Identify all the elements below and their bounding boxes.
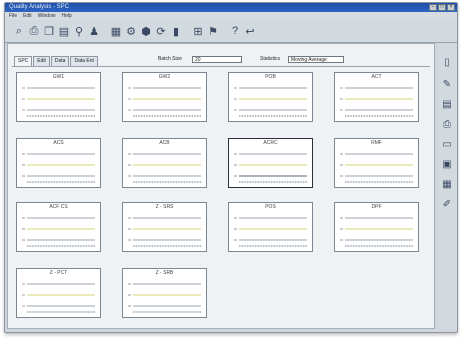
copy-icon[interactable]: ❐ — [43, 23, 55, 39]
document-icon[interactable]: ▤ — [58, 23, 70, 39]
control-chart-panel[interactable]: ACS — [16, 138, 101, 188]
control-chart-panel[interactable]: GW2 — [122, 72, 207, 122]
window-controls: – □ × — [429, 4, 455, 11]
control-chart-panel[interactable]: POS — [228, 202, 313, 252]
print-icon[interactable]: ⎙ — [28, 23, 40, 39]
spc-workspace: SPC Edit Data Data Ent Batch Size 20 Sta… — [7, 43, 435, 329]
edit-icon[interactable]: ✎ — [441, 77, 453, 91]
printer-icon[interactable]: ⎙ — [441, 117, 453, 131]
control-chart-panel[interactable]: DPF — [334, 202, 419, 252]
stop-icon[interactable]: ⬢ — [140, 23, 152, 39]
toolbar: ⌕ ⎙ ❐ ▤ ⚲ ♟ ▦ ⚙ ⬢ ⟳ ▮ ⊞ ⚑ ? ↩ — [5, 20, 457, 43]
control-chart-panel[interactable]: Z - PCT — [16, 268, 101, 318]
settings-icon[interactable]: ⚙ — [125, 23, 137, 39]
chart-title: ACF CS — [49, 204, 68, 210]
chart-title: POS — [265, 204, 276, 210]
control-chart-panel[interactable]: RMF — [334, 138, 419, 188]
control-chart-panel[interactable]: GW1 — [16, 72, 101, 122]
control-chart-plot — [128, 217, 201, 247]
chart-title: ACT — [371, 74, 382, 80]
table-icon[interactable]: ▤ — [441, 97, 453, 111]
control-chart-panel[interactable]: ACT — [334, 72, 419, 122]
flag-icon[interactable]: ⚑ — [207, 23, 219, 39]
control-chart-plot — [128, 87, 201, 117]
menu-bar: File Edit Window Help — [5, 12, 457, 20]
control-chart-plot — [22, 283, 95, 313]
control-chart-plot — [234, 217, 307, 247]
menu-window[interactable]: Window — [38, 12, 56, 20]
pen-icon[interactable]: ✐ — [441, 197, 453, 211]
control-chart-panel[interactable]: Z - SRB — [122, 268, 207, 318]
chart-title: GW2 — [158, 74, 171, 80]
control-chart-plot — [234, 87, 307, 117]
refresh-icon[interactable]: ⟳ — [155, 23, 167, 39]
chart-title: ACB — [159, 140, 170, 146]
control-chart-plot — [340, 153, 413, 183]
side-toolbar: ▯ ✎ ▤ ⎙ ▭ ▣ ▦ ✐ — [437, 43, 457, 329]
monitor-icon[interactable]: ▣ — [441, 157, 453, 171]
application-window: Quality Analysis - SPC – □ × File Edit W… — [4, 2, 458, 333]
menu-file[interactable]: File — [9, 12, 17, 20]
menu-edit[interactable]: Edit — [23, 12, 32, 20]
chart-title: ACRC — [263, 140, 278, 146]
grid-icon[interactable]: ⊞ — [192, 23, 204, 39]
control-chart-plot — [234, 153, 307, 183]
control-chart-panel[interactable]: Z - SRS — [122, 202, 207, 252]
menu-help[interactable]: Help — [61, 12, 71, 20]
chart-title: ACS — [53, 140, 64, 146]
control-chart-plot — [22, 217, 95, 247]
exit-icon[interactable]: ↩ — [244, 23, 256, 39]
chart-monitor-icon[interactable]: ▦ — [441, 177, 453, 191]
control-chart-plot — [340, 217, 413, 247]
control-chart-panel[interactable]: POB — [228, 72, 313, 122]
chart-title: RMF — [371, 140, 382, 146]
title-bar: Quality Analysis - SPC – □ × — [5, 3, 457, 12]
maximize-button[interactable]: □ — [438, 4, 446, 11]
chart-title: DPF — [371, 204, 382, 210]
chart-title: Z - PCT — [49, 270, 68, 276]
document-icon[interactable]: ▯ — [441, 55, 453, 69]
chart-title: Z - SRS — [155, 204, 174, 210]
search-icon[interactable]: ⚲ — [73, 23, 85, 39]
control-chart-panel[interactable]: ACF CS — [16, 202, 101, 252]
control-chart-plot — [128, 283, 201, 313]
bar-chart-icon[interactable]: ▮ — [170, 23, 182, 39]
page-icon[interactable]: ▭ — [441, 137, 453, 151]
chart-title: GW1 — [52, 74, 65, 80]
help-icon[interactable]: ? — [229, 23, 241, 39]
control-chart-panel[interactable]: ACB — [122, 138, 207, 188]
chart-select-icon[interactable]: ▦ — [110, 23, 122, 39]
close-button[interactable]: × — [447, 4, 455, 11]
control-chart-panel[interactable]: ACRC — [228, 138, 313, 188]
open-file-icon[interactable]: ⌕ — [13, 23, 25, 39]
users-icon[interactable]: ♟ — [88, 23, 100, 39]
chart-title: POB — [265, 74, 276, 80]
chart-grid: GW1 GW2 POB ACT ACS ACB ACRC RMF ACF CS Z - SRS PO… — [8, 44, 436, 330]
minimize-button[interactable]: – — [429, 4, 437, 11]
control-chart-plot — [22, 87, 95, 117]
chart-title: Z - SRB — [155, 270, 174, 276]
control-chart-plot — [340, 87, 413, 117]
window-title: Quality Analysis - SPC — [9, 4, 70, 10]
control-chart-plot — [22, 153, 95, 183]
control-chart-plot — [128, 153, 201, 183]
